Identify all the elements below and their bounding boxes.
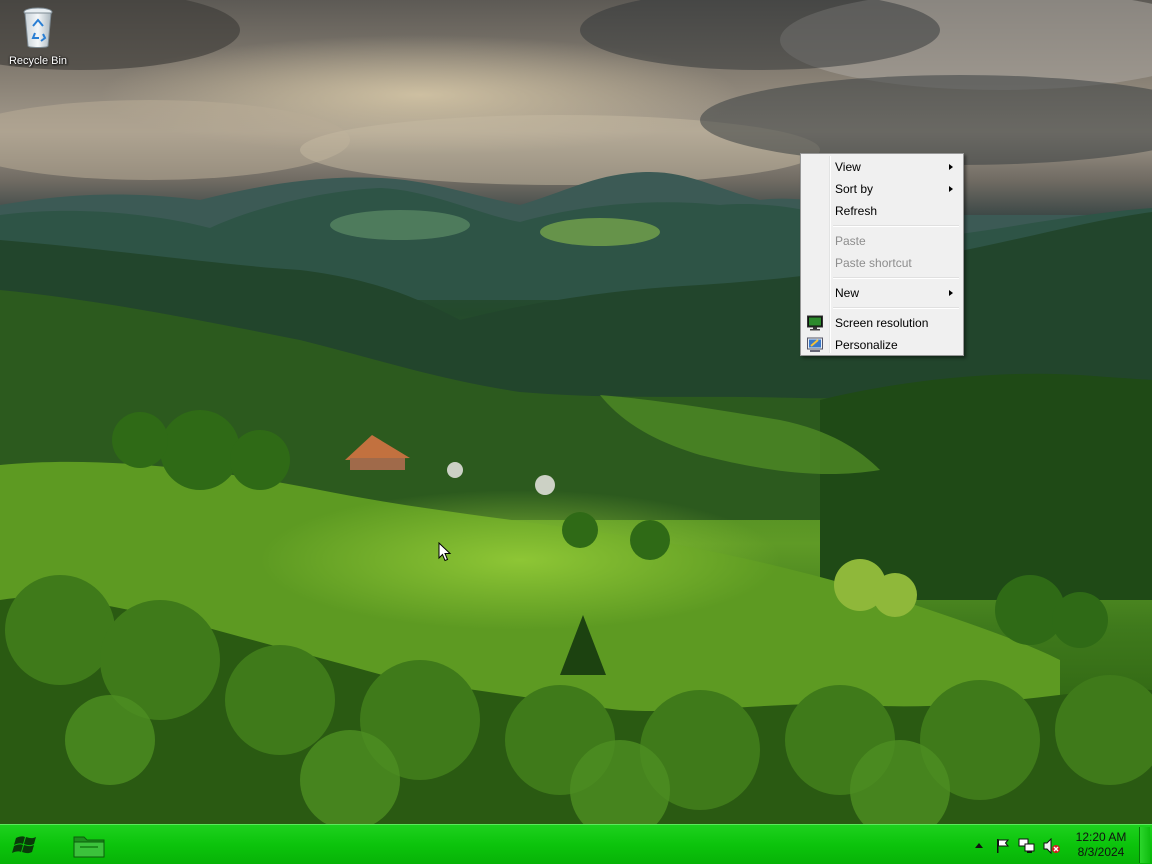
show-desktop-button[interactable]	[1139, 827, 1150, 863]
submenu-arrow-icon	[949, 164, 953, 170]
menu-item-screen-resolution[interactable]: Screen resolution	[803, 312, 961, 334]
taskbar-file-explorer[interactable]	[68, 829, 110, 861]
personalize-icon	[807, 337, 823, 352]
menu-item-view[interactable]: View	[803, 156, 961, 178]
volume-muted-icon[interactable]	[1043, 838, 1061, 854]
taskbar-clock[interactable]: 12:20 AM 8/3/2024	[1066, 830, 1136, 860]
submenu-arrow-icon	[949, 290, 953, 296]
clock-date: 8/3/2024	[1077, 845, 1125, 859]
desktop[interactable]: Recycle Bin View Sort by Refresh Paste P…	[0, 0, 1152, 824]
menu-item-new[interactable]: New	[803, 282, 961, 304]
windows-logo-icon	[12, 836, 36, 854]
submenu-arrow-icon	[949, 186, 953, 192]
desktop-context-menu: View Sort by Refresh Paste Paste shortcu…	[800, 153, 964, 356]
menu-item-sort-by[interactable]: Sort by	[803, 178, 961, 200]
mouse-pointer-icon	[438, 542, 452, 562]
menu-item-personalize[interactable]: Personalize	[803, 334, 961, 356]
network-icon[interactable]	[1018, 838, 1036, 854]
folder-icon	[73, 836, 105, 858]
menu-separator	[833, 225, 959, 227]
clock-time: 12:20 AM	[1075, 830, 1127, 844]
action-center-flag-icon[interactable]	[995, 838, 1011, 854]
recycle-bin-shortcut[interactable]: Recycle Bin	[4, 6, 72, 67]
show-hidden-icons-icon[interactable]	[975, 842, 983, 848]
menu-item-refresh[interactable]: Refresh	[803, 200, 961, 222]
monitor-icon	[807, 315, 823, 331]
taskbar: 12:20 AM 8/3/2024	[0, 824, 1152, 864]
menu-separator	[833, 307, 959, 309]
recycle-bin-icon	[23, 7, 53, 48]
desktop-icon-label: Recycle Bin	[8, 55, 68, 67]
wallpaper-image	[0, 0, 1152, 824]
menu-item-paste[interactable]: Paste	[803, 230, 961, 252]
menu-separator	[833, 277, 959, 279]
start-button[interactable]	[8, 830, 44, 860]
menu-item-paste-shortcut[interactable]: Paste shortcut	[803, 252, 961, 274]
